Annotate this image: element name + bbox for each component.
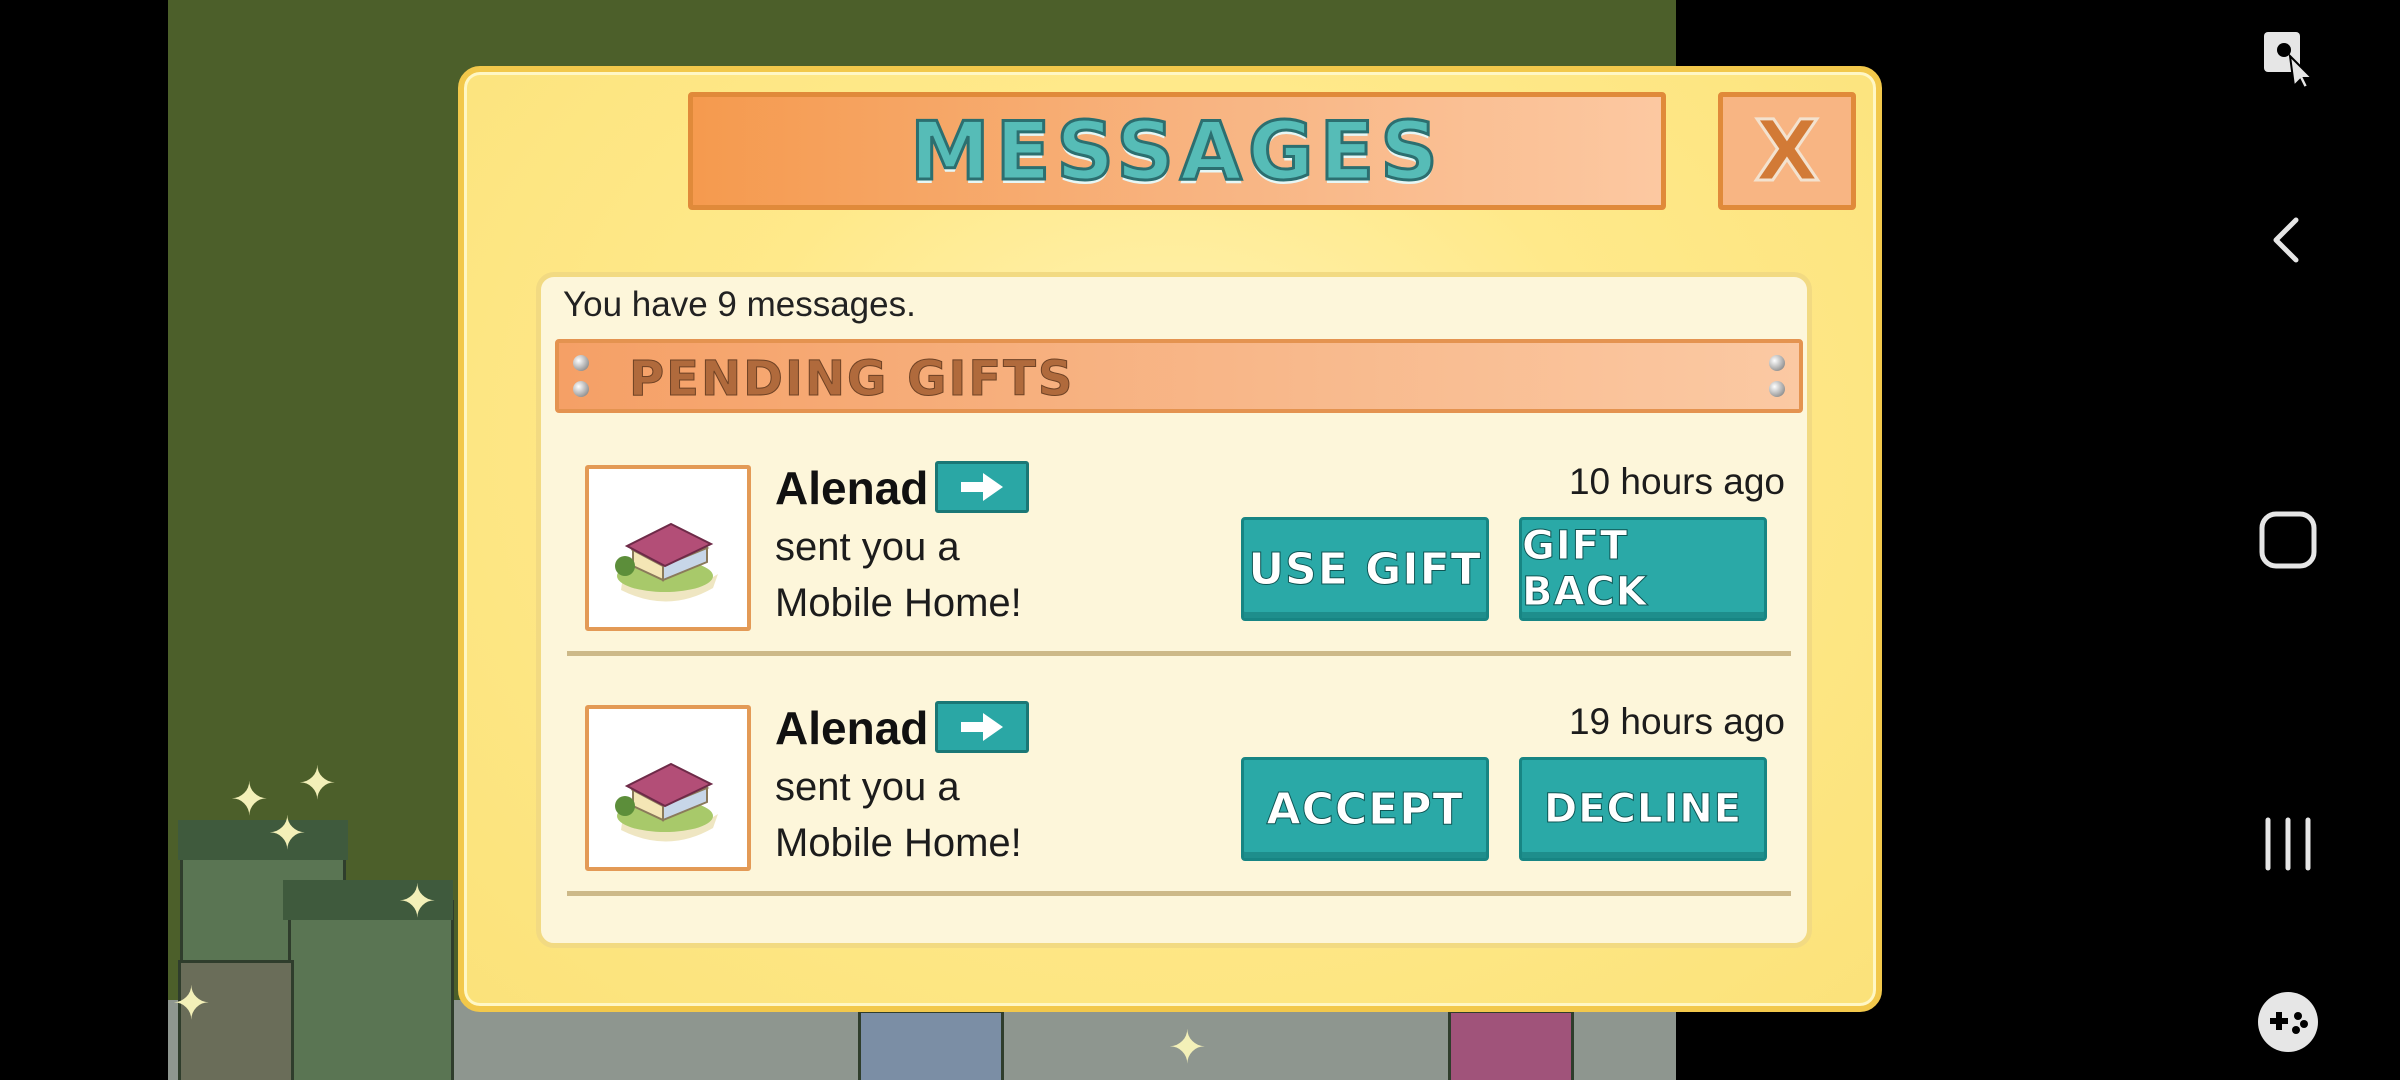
messages-dialog: MESSAGES X You have 9 messages. PENDING … [458,66,1882,1012]
pending-gifts-header: PENDING GIFTS [555,339,1803,413]
pending-gifts-title: PENDING GIFTS [628,351,1075,408]
row-divider [567,891,1791,896]
message-count: You have 9 messages. [563,285,916,324]
back-button[interactable] [2254,206,2322,274]
gift-description: sent you a Mobile Home! [775,759,1105,871]
accept-button[interactable]: ACCEPT [1241,757,1489,861]
bolt-icon [573,355,589,371]
message-time: 10 hours ago [1568,461,1785,502]
screen-tap-icon [2264,32,2315,90]
game-tools-button[interactable] [2254,988,2322,1056]
system-nav-bar [2176,0,2400,1080]
gift-line: sent you a [775,765,960,809]
use-gift-button[interactable]: USE GIFT [1241,517,1489,621]
decline-button[interactable]: DECLINE [1519,757,1767,861]
sparkle-icon: ✦ [1674,1024,1676,1070]
recents-icon [2265,817,2311,871]
messages-panel: You have 9 messages. PENDING GIFTS Alena… [536,272,1812,948]
sparkle-icon: ✦ [172,976,211,1030]
dialog-title: MESSAGES [909,103,1444,199]
arrow-right-icon [961,713,1003,741]
visit-profile-button[interactable] [935,461,1029,513]
home-button[interactable] [2254,506,2322,574]
sparkle-icon: ✦ [398,874,437,928]
mobile-home-icon [615,762,718,842]
recents-button[interactable] [2254,810,2322,878]
sender-name[interactable]: Alenad [775,461,928,515]
close-button[interactable]: X [1718,92,1856,210]
bolt-icon [1769,355,1785,371]
building-roof [178,820,348,860]
gift-item: Mobile Home! [775,821,1022,865]
gift-description: sent you a Mobile Home! [775,519,1105,631]
dialog-title-banner: MESSAGES [688,92,1666,210]
gift-item: Mobile Home! [775,581,1022,625]
visit-profile-button[interactable] [935,701,1029,753]
sparkle-icon: ✦ [230,772,269,826]
sender-name[interactable]: Alenad [775,701,928,755]
bolt-icon [573,381,589,397]
gift-thumbnail [585,465,751,631]
sparkle-icon: ✦ [298,756,337,810]
screen-tap-button[interactable] [2254,22,2322,90]
game-tools-icon [2258,992,2318,1052]
sparkle-icon: ✦ [268,806,307,860]
message-row: Alenad sent you a Mobile Home! 19 hours … [541,691,1817,919]
gift-thumbnail [585,705,751,871]
message-time: 19 hours ago [1568,701,1785,742]
gift-line: sent you a [775,525,960,569]
building [1448,1010,1574,1080]
bolt-icon [1769,381,1785,397]
close-icon: X [1753,102,1821,200]
arrow-right-icon [961,473,1003,501]
home-icon [2259,511,2317,569]
back-icon [2273,217,2299,263]
row-divider [567,651,1791,656]
message-row: Alenad sent you a Mobile Home! 10 hours … [541,451,1817,679]
sparkle-icon: ✦ [1168,1020,1207,1074]
mobile-home-icon [615,522,718,602]
gift-back-button[interactable]: GIFT BACK [1519,517,1767,621]
building [858,1010,1004,1080]
